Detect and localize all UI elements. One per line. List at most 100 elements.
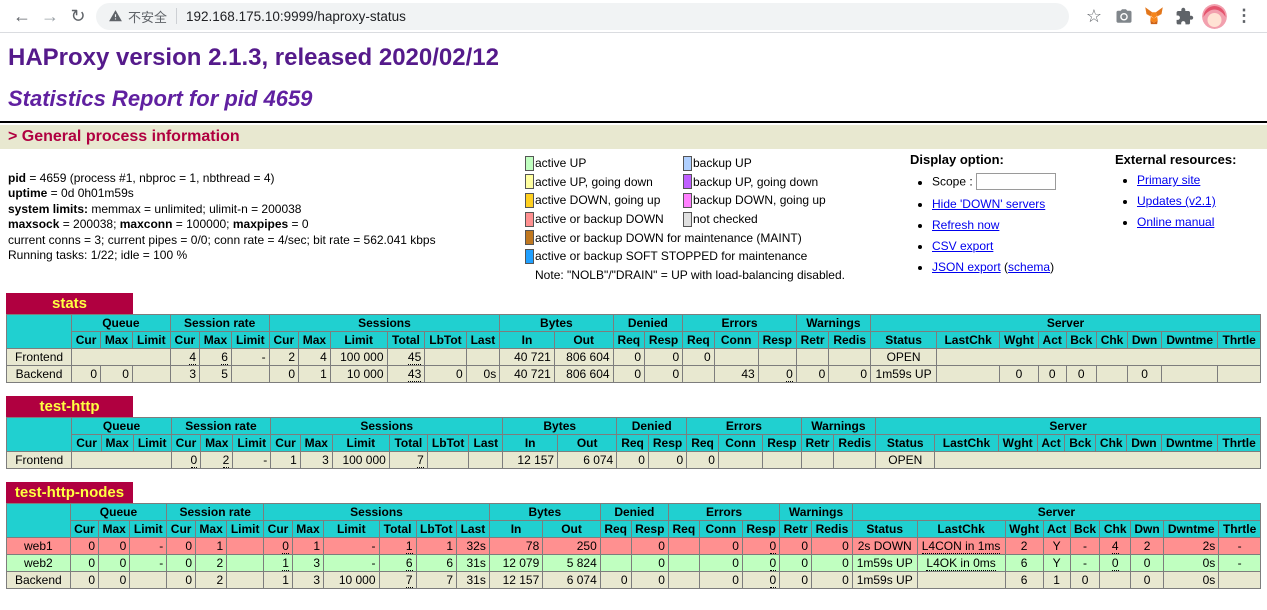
- browser-menu-icon[interactable]: ⋮: [1229, 2, 1259, 30]
- cell-resp: 0: [742, 537, 779, 554]
- cell-total: 1: [379, 537, 416, 554]
- cell-limit: -: [130, 554, 167, 571]
- bookmark-star-icon[interactable]: ☆: [1079, 2, 1109, 30]
- process-info-line: system limits: memmax = unlimited; ulimi…: [8, 202, 525, 217]
- tooltip-value: 0: [786, 367, 793, 382]
- column-header-thrtle: Thrtle: [1218, 331, 1261, 348]
- link-json-export[interactable]: JSON export: [932, 260, 1001, 274]
- profile-avatar[interactable]: [1199, 2, 1229, 30]
- cell-total: 45: [387, 348, 425, 365]
- cell-cur: [72, 451, 171, 468]
- column-header-cur: Cur: [72, 331, 101, 348]
- tooltip-value: 0: [1112, 556, 1119, 571]
- column-header-lbtot: LbTot: [425, 331, 466, 348]
- cell-max: 6: [200, 348, 232, 365]
- link-refresh-now[interactable]: Refresh now: [932, 218, 999, 232]
- cell-conn: [714, 348, 758, 365]
- cell-max: 3: [292, 554, 323, 571]
- cell-retr: 0: [780, 554, 812, 571]
- column-header-retr: Retr: [780, 520, 812, 537]
- cell-bck: 0: [1066, 365, 1096, 382]
- cell-out: 806 604: [554, 348, 613, 365]
- cell-redis: [829, 348, 871, 365]
- column-header-resp: Resp: [631, 520, 668, 537]
- column-header-total: Total: [389, 434, 427, 451]
- process-info-text: system limits:: [8, 202, 88, 216]
- process-info-text: pid: [8, 171, 26, 185]
- row-label: Backend: [7, 571, 71, 588]
- legend-item: backup DOWN, going up: [683, 193, 826, 208]
- link-hide-down-servers[interactable]: Hide 'DOWN' servers: [932, 197, 1045, 211]
- forward-icon[interactable]: →: [36, 2, 64, 30]
- cell-max: 2: [196, 554, 227, 571]
- column-header-wght: Wght: [998, 434, 1037, 451]
- column-group-denied: Denied: [613, 314, 683, 331]
- proxy-name-tab-test-http[interactable]: test-http: [6, 396, 133, 417]
- link-schema[interactable]: schema: [1008, 260, 1050, 274]
- cell-max: 0: [101, 365, 133, 382]
- link-online-manual[interactable]: Online manual: [1137, 215, 1214, 229]
- proxy-table-test-http: QueueSession rateSessionsBytesDeniedErro…: [6, 417, 1261, 469]
- column-header-max: Max: [99, 520, 130, 537]
- column-header-out: Out: [554, 331, 613, 348]
- column-header-in: In: [500, 331, 555, 348]
- cell-cur: 0: [70, 537, 98, 554]
- column-header-max: Max: [101, 434, 133, 451]
- column-header-resp: Resp: [763, 434, 801, 451]
- link-csv-export[interactable]: CSV export: [932, 239, 993, 253]
- tooltip-value: 0: [282, 539, 289, 554]
- haproxy-version-link[interactable]: HAProxy version 2.1.3, released 2020/02/…: [8, 44, 499, 71]
- column-header-max: Max: [201, 434, 233, 451]
- row-backend: Backend00021310 0007731s12 1576 07400000…: [7, 571, 1261, 588]
- legend-swatch-backup-down-going-up: [683, 193, 692, 208]
- tooltip-value: 0: [770, 573, 777, 588]
- legend-note: Note: "NOLB"/"DRAIN" = UP with load-bala…: [525, 268, 855, 282]
- proxy-name-tab-stats[interactable]: stats: [6, 293, 133, 314]
- cell-req: [668, 537, 699, 554]
- security-chip[interactable]: 不安全: [108, 7, 167, 26]
- cell-out: 6 074: [558, 451, 617, 468]
- table-head: QueueSession rateSessionsBytesDeniedErro…: [7, 314, 1261, 348]
- reload-icon[interactable]: ↻: [64, 2, 92, 30]
- column-header-chk: Chk: [1096, 434, 1127, 451]
- column-header-limit: Limit: [133, 434, 171, 451]
- metamask-extension-icon[interactable]: [1139, 2, 1169, 30]
- proxy-table-stats: QueueSession rateSessionsBytesDeniedErro…: [6, 314, 1261, 383]
- cell-cur: 0: [171, 451, 201, 468]
- extensions-puzzle-icon[interactable]: [1169, 2, 1199, 30]
- legend-label: not checked: [693, 212, 758, 226]
- cell-total: 7: [389, 451, 427, 468]
- link-updates-v2-1[interactable]: Updates (v2.1): [1137, 194, 1216, 208]
- proxy-name-tab-test-http-nodes[interactable]: test-http-nodes: [6, 482, 133, 503]
- column-header-conn: Conn: [714, 331, 758, 348]
- tooltip-value: 43: [408, 367, 421, 382]
- address-bar[interactable]: 不安全 192.168.175.10:9999/haproxy-status: [96, 3, 1069, 30]
- column-header-out: Out: [558, 434, 617, 451]
- back-icon[interactable]: ←: [8, 2, 36, 30]
- camera-extension-icon[interactable]: [1109, 2, 1139, 30]
- link-primary-site[interactable]: Primary site: [1137, 173, 1200, 187]
- column-header-max: Max: [101, 331, 133, 348]
- cell-cur: 0: [72, 365, 101, 382]
- cell-limit: -: [130, 537, 167, 554]
- column-header-bck: Bck: [1066, 331, 1096, 348]
- column-header-dwntme: Dwntme: [1164, 520, 1219, 537]
- scope-input[interactable]: [976, 173, 1056, 190]
- cell-req: [668, 571, 699, 588]
- column-header-resp: Resp: [648, 434, 686, 451]
- table-head: QueueSession rateSessionsBytesDeniedErro…: [7, 417, 1261, 451]
- column-header-cur: Cur: [170, 331, 199, 348]
- column-group-sessions: Sessions: [269, 314, 500, 331]
- cell-resp: [763, 451, 801, 468]
- column-header-lastchk: LastChk: [937, 331, 1000, 348]
- process-info-line: pid = 4659 (process #1, nbproc = 1, nbth…: [8, 171, 525, 186]
- warning-icon: [108, 9, 123, 23]
- proxy-section-test-http-nodes: test-http-nodesQueueSession rateSessions…: [6, 482, 1261, 589]
- table-body: web100-0101-1132s78250000002s DOWNL4CON …: [7, 537, 1261, 588]
- tooltip-value: 0: [770, 539, 777, 554]
- cell-wght: 6: [1005, 554, 1043, 571]
- section-general-process-information: > General process information: [0, 125, 1267, 149]
- tooltip-value: 4: [1112, 539, 1119, 554]
- cell-lastchk: [917, 571, 1005, 588]
- cell-resp: 0: [645, 365, 683, 382]
